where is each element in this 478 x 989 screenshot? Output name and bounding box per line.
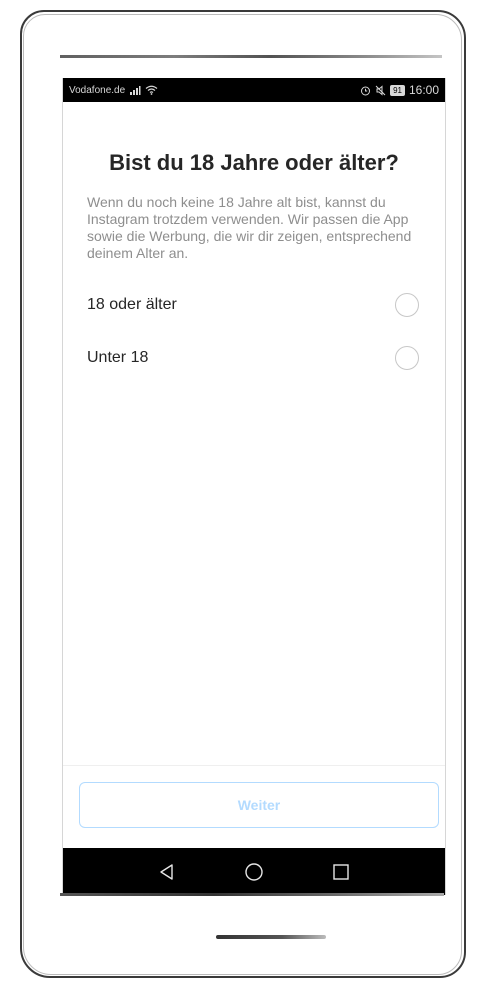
screen-edge-bottom [60, 893, 444, 896]
carrier-name: Vodafone.de [69, 84, 126, 96]
signal-bars-icon [129, 85, 141, 95]
recents-square-icon[interactable] [326, 857, 356, 887]
navigation-bar [63, 848, 445, 895]
radio-button[interactable] [395, 293, 419, 317]
mute-icon [375, 84, 386, 96]
option-label: 18 oder älter [87, 296, 177, 313]
app-screen: Vodafone.de 91 16:00 Bist du 18 Jahre od… [62, 78, 446, 895]
age-explanation: Wenn du noch keine 18 Jahre alt bist, ka… [87, 194, 412, 261]
footer-divider [63, 765, 445, 766]
option-label: Unter 18 [87, 349, 149, 366]
radio-button[interactable] [395, 346, 419, 370]
screen-edge-top [60, 55, 442, 58]
speaker-grille [216, 935, 326, 939]
wifi-icon [145, 85, 158, 95]
alarm-icon [360, 85, 371, 96]
clock: 16:00 [408, 83, 439, 97]
status-right: 91 16:00 [360, 83, 439, 97]
page-title: Bist du 18 Jahre oder älter? [109, 150, 399, 175]
continue-button[interactable]: Weiter [79, 782, 439, 828]
option-18-or-older[interactable]: 18 oder älter [87, 290, 419, 320]
home-circle-icon[interactable] [239, 857, 269, 887]
back-triangle-icon[interactable] [152, 857, 182, 887]
battery-indicator: 91 [390, 84, 405, 96]
option-under-18[interactable]: Unter 18 [87, 343, 419, 373]
status-left: Vodafone.de [69, 85, 158, 96]
status-bar: Vodafone.de 91 16:00 [63, 78, 445, 102]
